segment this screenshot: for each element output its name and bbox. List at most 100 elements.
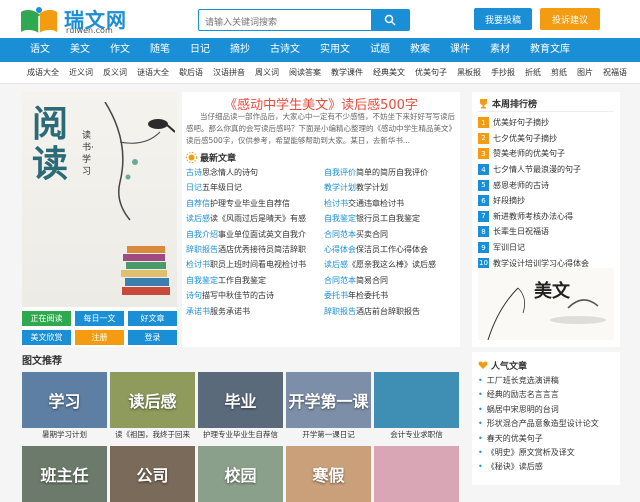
subnav-item[interactable]: 祝福语 <box>598 62 632 83</box>
article-item[interactable]: 辞职报告酒店优秀接待员简洁辞职 <box>186 242 318 257</box>
nav-item[interactable]: 试题 <box>360 38 400 62</box>
article-category[interactable]: 读后感 <box>324 260 348 269</box>
photo-card[interactable]: 学习 暑期学习计划 <box>22 372 107 442</box>
article-title[interactable]: 银行员工自我鉴定 <box>356 214 420 223</box>
article-item[interactable]: 诗句描写中秋佳节的古诗 <box>186 288 318 303</box>
rank-title-text[interactable]: 新进教师考核办法心得 <box>493 211 573 222</box>
article-title[interactable]: 护理专业毕业生自荐信 <box>210 199 290 208</box>
article-category[interactable]: 读后感 <box>186 214 210 223</box>
photo-thumbnail[interactable]: 寒假 <box>286 446 371 502</box>
photo-card[interactable]: 会计专业求职信 <box>374 372 459 442</box>
nav-item[interactable]: 实用文 <box>310 38 360 62</box>
subnav-item[interactable]: 反义词 <box>98 62 132 83</box>
photo-card[interactable]: 读后感 读《祖国，我终于回来 <box>110 372 195 442</box>
article-title[interactable]: 服务承诺书 <box>210 307 250 316</box>
article-title[interactable]: 保洁员工作心得体会 <box>356 245 428 254</box>
login-button[interactable]: 登录 <box>128 330 177 345</box>
subnav-item[interactable]: 阅读答案 <box>284 62 326 83</box>
article-title[interactable]: 五年级日记 <box>202 183 242 192</box>
article-title[interactable]: 描写中秋佳节的古诗 <box>202 291 274 300</box>
tag-reading[interactable]: 正在阅读 <box>22 311 71 326</box>
article-item[interactable]: 心得体会保洁员工作心得体会 <box>324 242 456 257</box>
article-item[interactable]: 辞职报告酒店前台辞职报告 <box>324 304 456 319</box>
article-category[interactable]: 心得体会 <box>324 245 356 254</box>
article-title[interactable]: 读《风雨过后是晴天》有感 <box>210 214 306 223</box>
search-input[interactable] <box>199 13 369 33</box>
photo-card[interactable]: 寒假 <box>286 446 371 502</box>
article-category[interactable]: 辞职报告 <box>324 307 356 316</box>
article-category[interactable]: 自我鉴定 <box>186 276 218 285</box>
subnav-item[interactable]: 手抄报 <box>486 62 520 83</box>
search-button[interactable] <box>371 10 409 30</box>
article-item[interactable]: 承诺书服务承诺书 <box>186 304 318 319</box>
article-title[interactable]: 工作自我鉴定 <box>218 276 266 285</box>
article-category[interactable]: 自我评价 <box>324 168 356 177</box>
nav-item[interactable]: 美文 <box>60 38 100 62</box>
article-item[interactable]: 教学计划教学计划 <box>324 180 456 195</box>
nav-item[interactable]: 古诗文 <box>260 38 310 62</box>
photo-card[interactable]: 校园 <box>198 446 283 502</box>
article-item[interactable]: 读后感《愿亲我这么棒》读后感 <box>324 257 456 272</box>
tag-daily[interactable]: 每日一文 <box>75 311 124 326</box>
nav-item[interactable]: 素材 <box>480 38 520 62</box>
article-item[interactable]: 委托书年检委托书 <box>324 288 456 303</box>
nav-item[interactable]: 教案 <box>400 38 440 62</box>
rank-item[interactable]: 1 优美好句子摘抄 <box>478 115 614 131</box>
photo-thumbnail[interactable] <box>374 446 459 502</box>
nav-item[interactable]: 作文 <box>100 38 140 62</box>
submit-article-button[interactable]: 我要投稿 <box>474 8 532 30</box>
subnav-item[interactable]: 剪纸 <box>546 62 572 83</box>
photo-thumbnail[interactable] <box>374 372 459 428</box>
nav-item[interactable]: 日记 <box>180 38 220 62</box>
rank-title-text[interactable]: 好段摘抄 <box>493 195 525 206</box>
subnav-item[interactable]: 黑板报 <box>452 62 486 83</box>
article-title[interactable]: 酒店优秀接待员简洁辞职 <box>218 245 306 254</box>
article-category[interactable]: 委托书 <box>324 291 348 300</box>
article-item[interactable]: 自我评价简单的简历自我评价 <box>324 165 456 180</box>
rank-title-text[interactable]: 优美好句子摘抄 <box>493 117 549 128</box>
rank-title-text[interactable]: 教学设计培训学习心得体会 <box>493 258 589 269</box>
rank-item[interactable]: 9 军训日记 <box>478 240 614 256</box>
tag-good-article[interactable]: 好文章 <box>128 311 177 326</box>
nav-item[interactable]: 随笔 <box>140 38 180 62</box>
popular-item[interactable]: 经典的励志名言言言 <box>478 388 614 402</box>
article-category[interactable]: 自我鉴定 <box>324 214 356 223</box>
photo-card[interactable]: 公司 <box>110 446 195 502</box>
article-category[interactable]: 自荐信 <box>186 199 210 208</box>
article-item[interactable]: 自我鉴定银行员工自我鉴定 <box>324 211 456 226</box>
article-item[interactable]: 自我鉴定工作自我鉴定 <box>186 273 318 288</box>
article-category[interactable]: 合同范本 <box>324 276 356 285</box>
article-title[interactable]: 教学计划 <box>356 183 388 192</box>
subnav-item[interactable]: 优美句子 <box>410 62 452 83</box>
photo-card[interactable]: 班主任 <box>22 446 107 502</box>
photo-thumbnail[interactable]: 学习 <box>22 372 107 428</box>
article-title[interactable]: 年检委托书 <box>348 291 388 300</box>
promo-banner[interactable]: 美文 <box>478 268 614 340</box>
article-category[interactable]: 检讨书 <box>186 260 210 269</box>
subnav-item[interactable]: 折纸 <box>520 62 546 83</box>
article-title[interactable]: 酒店前台辞职报告 <box>356 307 420 316</box>
article-category[interactable]: 日记 <box>186 183 202 192</box>
article-item[interactable]: 合同范本买卖合同 <box>324 227 456 242</box>
subnav-item[interactable]: 歇后语 <box>174 62 208 83</box>
article-category[interactable]: 承诺书 <box>186 307 210 316</box>
rank-item[interactable]: 3 赞美老师的优美句子 <box>478 146 614 162</box>
rank-item[interactable]: 6 好段摘抄 <box>478 193 614 209</box>
article-title[interactable]: 事业单位面试英文自我介 <box>218 230 306 239</box>
article-title[interactable]: 简单的简历自我评价 <box>356 168 428 177</box>
subnav-item[interactable]: 图片 <box>572 62 598 83</box>
rank-title-text[interactable]: 军训日记 <box>493 242 525 253</box>
feedback-button[interactable]: 投诉建议 <box>540 8 600 30</box>
popular-item[interactable]: 《明史》原文赏析及译文 <box>478 446 614 460</box>
photo-thumbnail[interactable]: 校园 <box>198 446 283 502</box>
photo-caption[interactable]: 读《祖国，我终于回来 <box>110 428 195 442</box>
photo-card[interactable] <box>374 446 459 502</box>
photo-thumbnail[interactable]: 公司 <box>110 446 195 502</box>
subnav-item[interactable]: 教学课件 <box>326 62 368 83</box>
article-item[interactable]: 日记五年级日记 <box>186 180 318 195</box>
headline-link[interactable]: 《感动中学生美文》读后感500字 <box>186 92 456 113</box>
hero-banner[interactable]: 阅读 读书·学习 <box>22 92 177 307</box>
photo-thumbnail[interactable]: 开学第一课 <box>286 372 371 428</box>
article-item[interactable]: 读后感读《风雨过后是晴天》有感 <box>186 211 318 226</box>
popular-item[interactable]: 工厂班长竞选演讲稿 <box>478 374 614 388</box>
